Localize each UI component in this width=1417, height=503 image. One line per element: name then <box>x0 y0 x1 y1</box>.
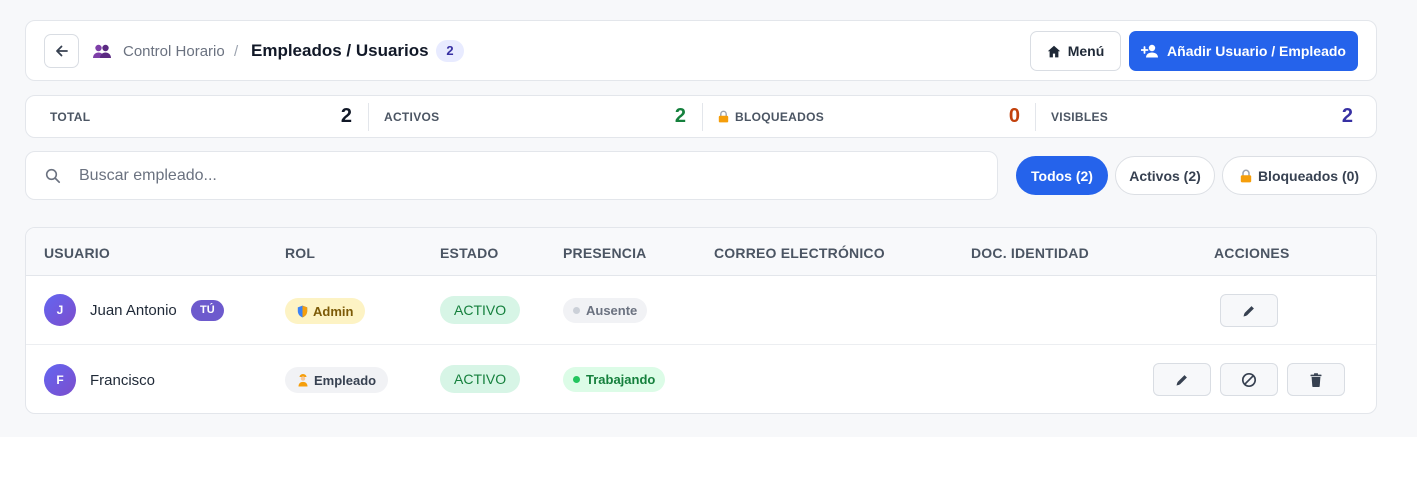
home-icon <box>1047 45 1060 57</box>
presence-dot <box>573 307 580 314</box>
column-header-usuario: USUARIO <box>44 245 110 261</box>
stat-activos-value: 2 <box>674 105 686 127</box>
search-icon <box>45 168 61 184</box>
stat-visibles: VISIBLES 2 <box>1051 96 1353 137</box>
stat-divider <box>368 103 369 131</box>
edit-button[interactable] <box>1153 363 1211 396</box>
stat-activos: ACTIVOS 2 <box>384 96 686 137</box>
users-icon <box>93 44 111 58</box>
stat-bloqueados-text: BLOQUEADOS <box>735 109 825 124</box>
stat-visibles-value: 2 <box>1341 105 1353 127</box>
user-name: Juan Antonio <box>90 302 177 319</box>
page-header: Control Horario / Empleados / Usuarios 2… <box>25 20 1377 81</box>
role-badge: Admin <box>285 298 366 324</box>
avatar: J <box>44 294 76 326</box>
edit-icon <box>1176 374 1187 385</box>
table-row: J Juan Antonio TÚ Admin ACTIVO Ausente <box>26 276 1376 345</box>
filter-bloqueados-label: Bloqueados (0) <box>1257 167 1360 184</box>
add-user-button-label: Añadir Usuario / Empleado <box>1167 43 1346 59</box>
role-label: Empleado <box>314 372 377 388</box>
stat-bloqueados: BLOQUEADOS 0 <box>718 96 1020 137</box>
column-header-acciones: ACCIONES <box>1214 245 1290 261</box>
breadcrumb-parent[interactable]: Control Horario <box>123 43 225 60</box>
stat-bloqueados-label: BLOQUEADOS <box>718 110 824 124</box>
stat-total: TOTAL 2 <box>50 96 352 137</box>
table-row: F Francisco Empleado ACTIVO Trabajando <box>26 345 1376 413</box>
filter-activos-label: Activos (2) <box>1129 167 1201 184</box>
user-count-badge: 2 <box>436 40 464 62</box>
column-header-rol: ROL <box>285 245 316 261</box>
stat-divider <box>1035 103 1036 131</box>
presence-dot <box>573 376 580 383</box>
menu-button[interactable]: Menú <box>1030 31 1121 71</box>
back-button[interactable] <box>44 34 79 68</box>
menu-button-label: Menú <box>1067 43 1105 59</box>
lock-icon <box>718 110 729 123</box>
block-button[interactable] <box>1220 363 1278 396</box>
role-badge: Empleado <box>285 367 389 393</box>
column-header-estado: ESTADO <box>440 245 499 261</box>
search-input[interactable] <box>79 162 959 190</box>
add-user-button[interactable]: Añadir Usuario / Empleado <box>1129 31 1358 71</box>
worker-icon <box>298 374 308 387</box>
filter-todos[interactable]: Todos (2) <box>1016 156 1108 195</box>
user-name: Francisco <box>90 372 156 389</box>
presence-label: Trabajando <box>586 372 656 387</box>
search-box <box>25 151 998 200</box>
stat-activos-label: ACTIVOS <box>384 109 440 124</box>
user-plus-icon <box>1141 44 1159 58</box>
presence-label: Ausente <box>586 303 638 318</box>
arrow-left-icon <box>55 45 68 57</box>
presence-badge: Ausente <box>563 298 648 323</box>
stats-bar: TOTAL 2 ACTIVOS 2 BLOQUEADOS 0 VISIBLES … <box>25 95 1377 138</box>
breadcrumb-separator: / <box>234 43 239 60</box>
trash-icon <box>1310 372 1322 387</box>
stat-bloqueados-value: 0 <box>1008 105 1020 127</box>
status-badge: ACTIVO <box>440 296 521 324</box>
current-user-badge: TÚ <box>191 300 224 321</box>
presence-badge: Trabajando <box>563 367 666 392</box>
column-header-presencia: PRESENCIA <box>563 245 647 261</box>
role-label: Admin <box>313 303 354 319</box>
stat-divider <box>702 103 703 131</box>
block-icon <box>1241 372 1257 387</box>
users-table: USUARIO ROL ESTADO PRESENCIA CORREO ELEC… <box>25 227 1377 414</box>
stat-visibles-label: VISIBLES <box>1051 109 1109 124</box>
shield-icon <box>297 305 308 317</box>
filter-bloqueados[interactable]: Bloqueados (0) <box>1222 156 1377 195</box>
status-badge: ACTIVO <box>440 365 521 393</box>
edit-icon <box>1243 305 1254 316</box>
column-header-doc: DOC. IDENTIDAD <box>971 245 1089 261</box>
filter-todos-label: Todos (2) <box>1031 167 1093 184</box>
lock-icon <box>1240 169 1252 182</box>
page-title: Empleados / Usuarios <box>251 41 429 60</box>
edit-button[interactable] <box>1220 294 1278 327</box>
stat-total-label: TOTAL <box>50 109 91 124</box>
avatar: F <box>44 364 76 396</box>
filter-activos[interactable]: Activos (2) <box>1115 156 1215 195</box>
stat-total-value: 2 <box>340 105 352 127</box>
column-header-correo: CORREO ELECTRÓNICO <box>714 245 885 261</box>
table-header: USUARIO ROL ESTADO PRESENCIA CORREO ELEC… <box>26 228 1376 276</box>
delete-button[interactable] <box>1287 363 1345 396</box>
